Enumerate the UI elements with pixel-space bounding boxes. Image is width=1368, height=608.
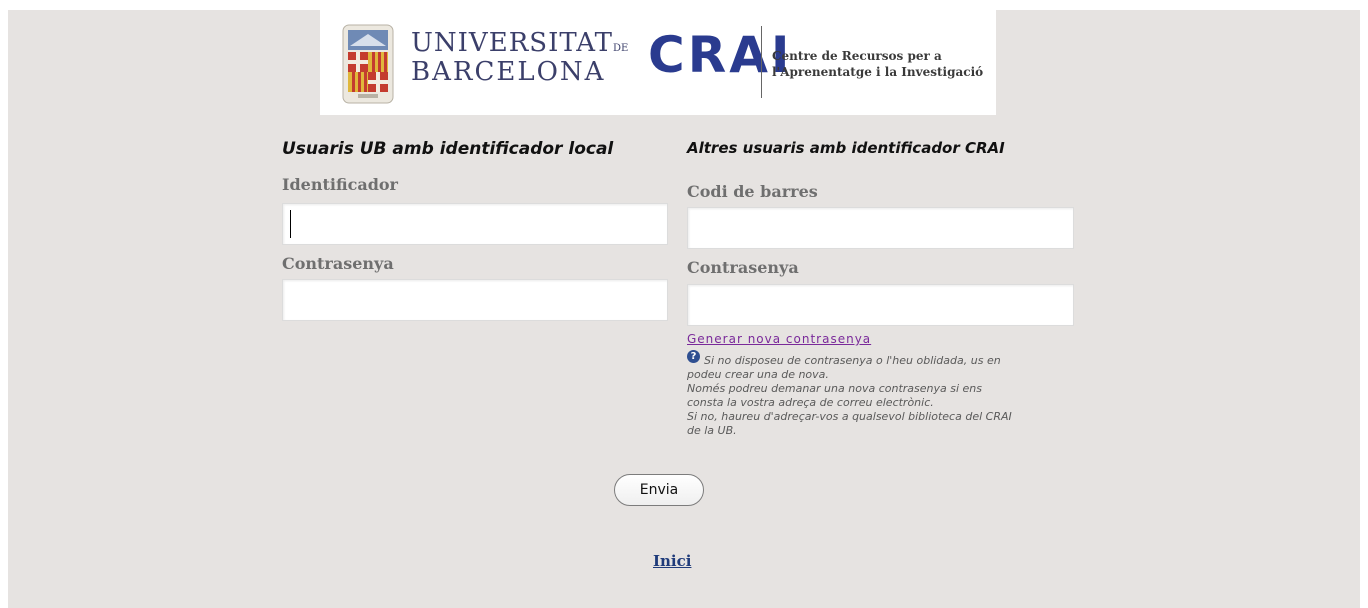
university-name-line2: BARCELONA [411, 57, 606, 87]
home-link[interactable]: Inici [653, 552, 691, 570]
crai-password-input[interactable] [687, 284, 1074, 326]
help-text-line: Només podreu demanar una nova contraseny… [687, 382, 982, 395]
university-wordmark: UNIVERSITATDE BARCELONA [411, 30, 628, 85]
help-text-line: consta la vostra adreça de correu electr… [687, 396, 934, 409]
barcode-label: Codi de barres [687, 182, 818, 201]
identifier-input[interactable] [282, 203, 668, 245]
local-password-label: Contrasenya [282, 254, 394, 273]
identifier-label: Identificador [282, 175, 398, 194]
crai-subtitle-line2: l'Aprenentatge i la Investigació [772, 65, 984, 79]
university-name-line1: UNIVERSITAT [411, 28, 613, 58]
crai-users-heading: Altres usuaris amb identificador CRAI [687, 139, 1005, 157]
text-caret [290, 210, 291, 238]
local-users-heading: Usuaris UB amb identificador local [282, 139, 614, 159]
crai-subtitle-line1: Centre de Recursos per a [772, 49, 942, 63]
help-text-line: Si no, haureu d'adreçar-vos a qualsevol … [687, 410, 1012, 423]
help-text-line: podeu crear una de nova. [687, 368, 829, 381]
barcode-input[interactable] [687, 207, 1074, 249]
help-text-line: de la UB. [687, 424, 737, 437]
question-icon: ? [687, 350, 700, 363]
local-password-input[interactable] [282, 279, 668, 321]
generate-password-link[interactable]: Generar nova contrasenya [687, 332, 871, 346]
university-seal-icon [342, 24, 394, 104]
logo-divider [761, 26, 762, 98]
help-text-line: Si no disposeu de contrasenya o l'heu ob… [704, 354, 1001, 367]
header-logo: UNIVERSITATDE BARCELONA CRAI Centre de R… [320, 10, 996, 115]
crai-wordmark: CRAI [648, 26, 793, 84]
crai-subtitle: Centre de Recursos per a l'Aprenentatge … [772, 48, 983, 80]
crai-password-label: Contrasenya [687, 258, 799, 277]
university-name-de: DE [612, 43, 629, 54]
submit-button[interactable]: Envia [614, 474, 704, 506]
